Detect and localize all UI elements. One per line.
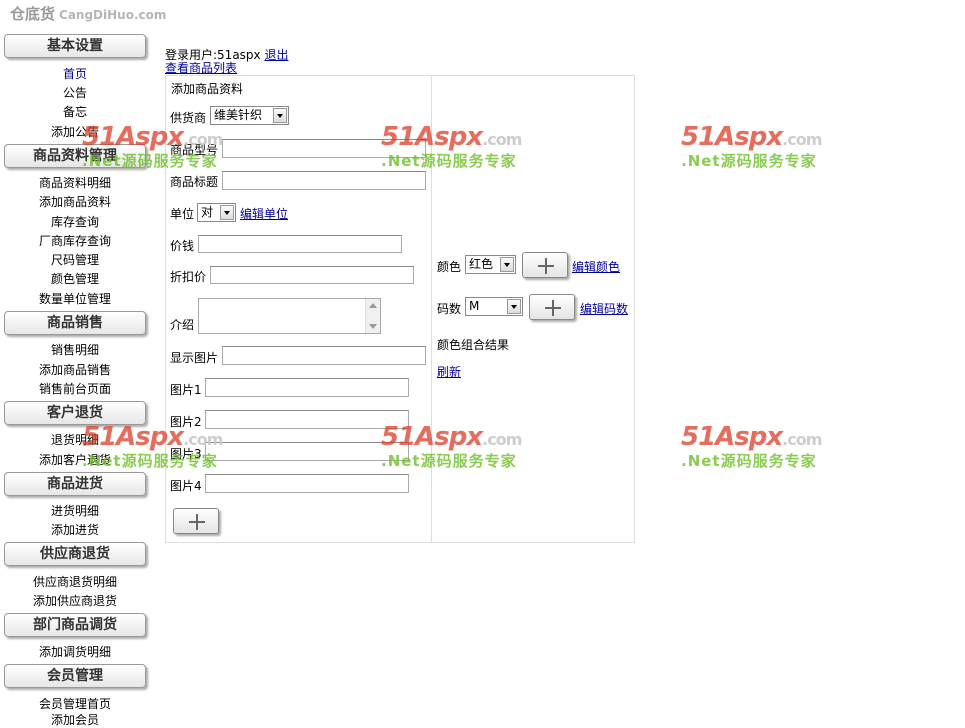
sidebar-group-transfer[interactable]: 部门商品调货 — [4, 613, 146, 637]
intro-textarea[interactable] — [198, 298, 381, 334]
sidebar-item-size-manage[interactable]: 尺码管理 — [0, 251, 150, 268]
sidebar-item-home[interactable]: 首页 — [0, 65, 150, 82]
sidebar-item-add-purchase[interactable]: 添加进货 — [0, 521, 150, 538]
sidebar-item-sales-detail[interactable]: 销售明细 — [0, 341, 150, 358]
watermark: 51Aspx.com .Net源码服务专家 — [681, 122, 822, 171]
color-select[interactable]: 红色 — [465, 255, 516, 274]
watermark-domain: .com — [782, 130, 822, 149]
sidebar-item-supplier-return-detail[interactable]: 供应商退货明细 — [0, 573, 150, 590]
sidebar-item-stock-query[interactable]: 库存查询 — [0, 213, 150, 230]
watermark-domain: .com — [782, 430, 822, 449]
supplier-value: 维美针织 — [214, 108, 263, 122]
color-result-label: 颜色组合结果 — [437, 338, 510, 352]
image4-input[interactable] — [205, 474, 409, 493]
size-label: 码数 — [437, 302, 462, 316]
chevron-down-icon — [507, 299, 521, 314]
display-image-label: 显示图片 — [170, 351, 219, 365]
unit-value: 对 — [201, 205, 214, 219]
image1-label: 图片1 — [170, 383, 202, 397]
sidebar-item-add-customer-return[interactable]: 添加客户退货 — [0, 451, 150, 468]
sidebar-item-vendor-stock[interactable]: 厂商库存查询 — [0, 232, 150, 249]
color-value: 红色 — [469, 257, 494, 271]
title-input[interactable] — [222, 171, 426, 190]
intro-label: 介绍 — [170, 318, 195, 332]
form-title: 添加商品资料 — [171, 82, 244, 96]
sidebar-item-memo[interactable]: 备忘 — [0, 103, 150, 120]
watermark-slogan: .Net源码服务专家 — [681, 452, 817, 470]
sidebar-item-purchase-detail[interactable]: 进货明细 — [0, 502, 150, 519]
supplier-label: 供货商 — [170, 111, 207, 125]
discount-label: 折扣价 — [170, 270, 207, 284]
sidebar-group-sales[interactable]: 商品销售 — [4, 311, 146, 335]
image4-label: 图片4 — [170, 479, 202, 493]
sidebar-item-add-sale[interactable]: 添加商品销售 — [0, 361, 150, 378]
sidebar-item-return-detail[interactable]: 退货明细 — [0, 431, 150, 448]
sidebar-group-member[interactable]: 会员管理 — [4, 664, 146, 688]
watermark-slogan: .Net源码服务专家 — [681, 152, 817, 170]
unit-label: 单位 — [170, 207, 195, 221]
column-divider — [431, 75, 432, 542]
size-select[interactable]: M — [465, 297, 523, 316]
sidebar-item-member-home[interactable]: 会员管理首页 — [0, 695, 150, 712]
size-value: M — [469, 299, 480, 313]
sidebar-group-purchase[interactable]: 商品进货 — [4, 472, 146, 496]
add-product-button[interactable] — [173, 508, 219, 534]
sidebar-group-supplier-return[interactable]: 供应商退货 — [4, 542, 146, 566]
sidebar-item-unit-manage[interactable]: 数量单位管理 — [0, 290, 150, 307]
display-image-input[interactable] — [222, 346, 426, 365]
scrollbar[interactable] — [365, 299, 380, 333]
model-label: 商品型号 — [170, 143, 219, 157]
watermark: 51Aspx.com .Net源码服务专家 — [681, 422, 822, 471]
chevron-down-icon — [273, 108, 287, 123]
color-label: 颜色 — [437, 260, 462, 274]
site-logo: 仓底货 CangDiHuo.com — [10, 3, 166, 24]
scroll-down-icon[interactable] — [369, 324, 377, 329]
sidebar-group-product[interactable]: 商品资料管理 — [4, 144, 146, 168]
sidebar-item-product-detail[interactable]: 商品资料明细 — [0, 174, 150, 191]
logo-brand: 仓底货 — [10, 5, 56, 23]
sidebar-item-add-supplier-return[interactable]: 添加供应商退货 — [0, 592, 150, 609]
edit-color-link[interactable]: 编辑颜色 — [572, 258, 620, 275]
chevron-down-icon — [220, 205, 234, 220]
image3-input[interactable] — [205, 442, 409, 461]
discount-input[interactable] — [210, 266, 414, 284]
sidebar-item-add-notice[interactable]: 添加公告 — [0, 123, 150, 140]
image2-label: 图片2 — [170, 415, 202, 429]
logo-site: CangDiHuo.com — [59, 8, 167, 22]
scroll-up-icon[interactable] — [369, 303, 377, 308]
supplier-select[interactable]: 维美针织 — [210, 106, 289, 125]
price-label: 价钱 — [170, 239, 195, 253]
sidebar-group-customer-return[interactable]: 客户退货 — [4, 401, 146, 425]
sidebar-item-add-product[interactable]: 添加商品资料 — [0, 193, 150, 210]
sidebar-item-notice[interactable]: 公告 — [0, 84, 150, 101]
refresh-link[interactable]: 刷新 — [437, 363, 461, 380]
product-list-link[interactable]: 查看商品列表 — [165, 59, 237, 76]
unit-select[interactable]: 对 — [197, 203, 236, 222]
image3-label: 图片3 — [170, 447, 202, 461]
edit-unit-link[interactable]: 编辑单位 — [240, 205, 288, 222]
sidebar-item-color-manage[interactable]: 颜色管理 — [0, 270, 150, 287]
edit-size-link[interactable]: 编辑码数 — [580, 300, 628, 317]
sidebar-item-sales-front[interactable]: 销售前台页面 — [0, 380, 150, 397]
add-size-button[interactable] — [529, 294, 575, 320]
price-input[interactable] — [198, 235, 402, 253]
image1-input[interactable] — [205, 378, 409, 397]
sidebar-item-add-transfer[interactable]: 添加调货明细 — [0, 643, 150, 660]
logout-link[interactable]: 退出 — [264, 48, 288, 62]
chevron-down-icon — [500, 257, 514, 272]
sidebar-group-basic[interactable]: 基本设置 — [4, 34, 146, 58]
watermark-logo: 51Aspx — [681, 422, 783, 452]
watermark-logo: 51Aspx — [681, 122, 783, 152]
add-color-button[interactable] — [522, 252, 568, 278]
model-input[interactable] — [222, 139, 426, 158]
image2-input[interactable] — [205, 410, 409, 429]
title-label: 商品标题 — [170, 175, 219, 189]
